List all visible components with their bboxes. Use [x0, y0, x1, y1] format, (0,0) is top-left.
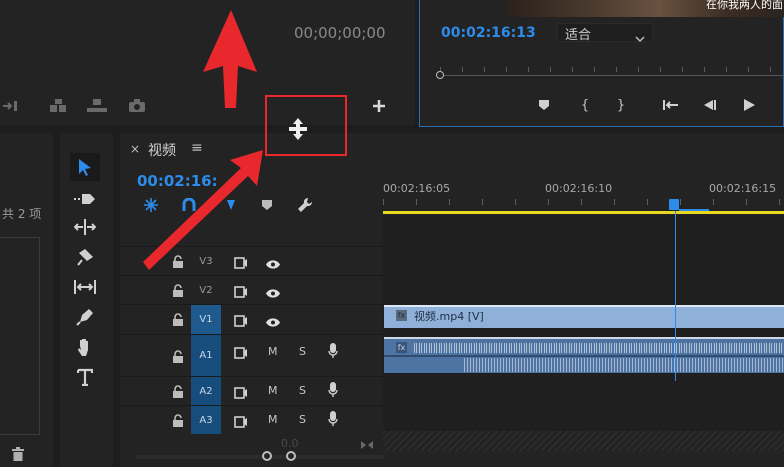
resize-cursor-icon [289, 118, 307, 140]
diagonal-arrow-icon [143, 150, 263, 270]
annotation-overlay [143, 10, 347, 270]
highlight-box [265, 95, 347, 156]
up-arrow-icon [203, 10, 257, 108]
